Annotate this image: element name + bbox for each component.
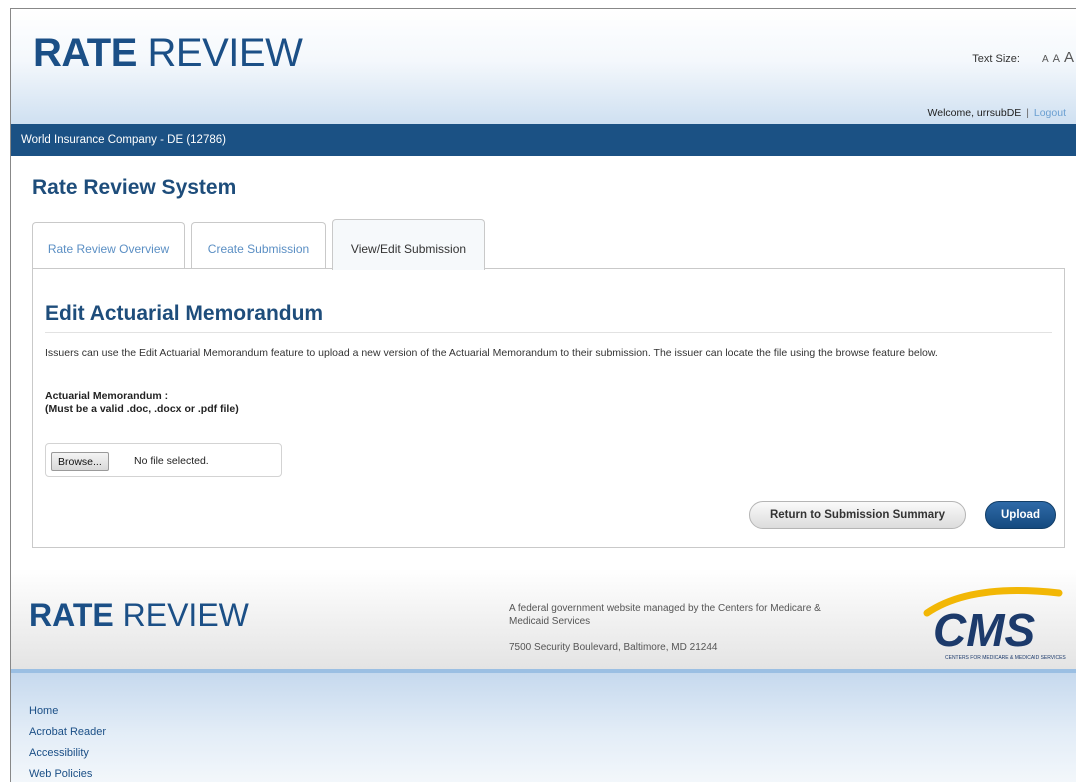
file-status: No file selected. [134, 455, 209, 467]
file-input[interactable]: Browse... No file selected. [45, 443, 282, 477]
edit-memorandum-panel: Edit Actuarial Memorandum Issuers can us… [32, 268, 1065, 548]
company-name: World Insurance Company - DE (12786) [21, 134, 226, 146]
text-size-label: Text Size: [972, 53, 1020, 65]
footer-link-web-policies[interactable]: Web Policies [29, 764, 106, 782]
text-size-small-button[interactable]: A [1042, 54, 1049, 65]
footer-link-home[interactable]: Home [29, 701, 106, 722]
return-to-summary-button[interactable]: Return to Submission Summary [749, 501, 966, 529]
welcome-separator: | [1026, 107, 1029, 119]
welcome-text: Welcome, urrsubDE [927, 107, 1022, 119]
memorandum-field-label: Actuarial Memorandum : (Must be a valid … [45, 390, 239, 416]
panel-title: Edit Actuarial Memorandum [45, 302, 324, 325]
page: RATE REVIEW Text Size: A A A Welcome, ur… [10, 8, 1076, 782]
company-bar: World Insurance Company - DE (12786) [11, 124, 1076, 156]
cms-logo-text: CMS [933, 604, 1036, 656]
site-header: RATE REVIEW Text Size: A A A Welcome, ur… [11, 9, 1076, 124]
tab-create-submission[interactable]: Create Submission [191, 222, 326, 269]
field-hint: (Must be a valid .doc, .docx or .pdf fil… [45, 403, 239, 415]
welcome-bar: Welcome, urrsubDE | Logout [928, 107, 1066, 119]
footer-link-accessibility[interactable]: Accessibility [29, 743, 106, 764]
text-size-medium-button[interactable]: A [1053, 53, 1060, 65]
panel-description: Issuers can use the Edit Actuarial Memor… [45, 347, 938, 359]
logo-light-text: REVIEW [147, 31, 303, 75]
footer-links-area: Home Acrobat Reader Accessibility Web Po… [11, 673, 1076, 782]
tab-view-edit-submission[interactable]: View/Edit Submission [332, 219, 485, 270]
logout-link[interactable]: Logout [1034, 107, 1066, 119]
rate-review-logo[interactable]: RATE REVIEW [33, 31, 303, 75]
system-title: Rate Review System [32, 176, 237, 199]
cms-logo[interactable]: CMS CENTERS FOR MEDICARE & MEDICAID SERV… [911, 583, 1076, 663]
footer-logo-light-text: REVIEW [122, 597, 249, 633]
footer-links: Home Acrobat Reader Accessibility Web Po… [29, 701, 106, 782]
footer-logo-bold-text: RATE [29, 597, 114, 633]
logo-bold-text: RATE [33, 31, 137, 75]
title-divider [45, 332, 1052, 333]
upload-button[interactable]: Upload [985, 501, 1056, 529]
cms-logo-subtext: CENTERS FOR MEDICARE & MEDICAID SERVICES [945, 655, 1066, 661]
browse-button[interactable]: Browse... [51, 452, 109, 471]
footer-rate-review-logo: RATE REVIEW [29, 599, 249, 631]
footer-address: 7500 Security Boulevard, Baltimore, MD 2… [509, 642, 718, 653]
text-size-large-button[interactable]: A [1064, 49, 1074, 66]
text-size-control: Text Size: A A A [972, 49, 1074, 66]
field-label: Actuarial Memorandum : [45, 390, 169, 402]
site-footer: RATE REVIEW A federal government website… [11, 569, 1076, 669]
tab-rate-review-overview[interactable]: Rate Review Overview [32, 222, 185, 269]
footer-link-acrobat-reader[interactable]: Acrobat Reader [29, 722, 106, 743]
footer-description: A federal government website managed by … [509, 603, 821, 627]
